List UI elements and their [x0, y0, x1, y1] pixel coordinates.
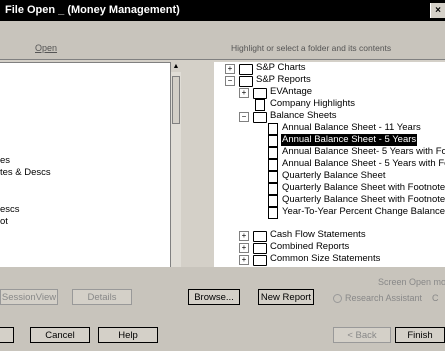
tree-node[interactable]: + Combined Reports [239, 241, 445, 254]
close-icon[interactable]: × [430, 3, 445, 18]
tree-node[interactable]: Company Highlights [239, 98, 445, 111]
tree-node-label: Quarterly Balance Sheet with Footnotes [282, 182, 445, 193]
tree-node-label: Annual Balance Sheet - 5 Years with Foot… [282, 158, 445, 169]
session-view-button[interactable]: SessionView [0, 289, 58, 305]
browse-button[interactable]: Browse... [188, 289, 240, 305]
open-label: Open [35, 43, 58, 53]
expand-icon[interactable]: + [239, 243, 249, 253]
tree-node-label: Company Highlights [270, 98, 356, 109]
left-list-item[interactable]: tes & Descs [0, 167, 51, 178]
window-title: File Open _ (Money Management) [5, 4, 180, 16]
tree-node-label: Cash Flow Statements [270, 229, 366, 240]
scroll-up-icon[interactable]: ▲ [171, 62, 181, 72]
collapse-icon[interactable]: − [239, 112, 249, 122]
left-list-pane[interactable]: es tes & Descs escs ot [0, 62, 170, 297]
tree-node-label: Quarterly Balance Sheet [282, 170, 386, 181]
tree-node[interactable]: − Balance Sheets [239, 110, 445, 123]
tree-node[interactable]: Annual Balance Sheet - 11 Years [266, 122, 445, 135]
title-bar: File Open _ (Money Management) × [0, 0, 445, 21]
new-report-button[interactable]: New Report [258, 289, 314, 305]
tree-node[interactable]: + Cash Flow Statements [239, 229, 445, 242]
tree-node-label: Annual Balance Sheet- 5 Years with Footn… [282, 146, 445, 157]
tree-node[interactable]: Quarterly Balance Sheet with Footnotes [266, 182, 445, 195]
screen-mode-label: Screen Open mode [378, 277, 445, 287]
document-icon [268, 207, 278, 219]
expand-icon[interactable]: + [239, 88, 249, 98]
report-tree[interactable]: + S&P Charts − S&P Reports + EVAntage Co… [214, 62, 445, 267]
left-list-item[interactable]: ot [0, 216, 8, 227]
left-list-item[interactable]: escs [0, 204, 20, 215]
scroll-thumb[interactable] [172, 76, 180, 124]
folder-icon [253, 112, 267, 123]
tree-node-label: S&P Reports [256, 74, 311, 85]
tree-node-label: EVAntage [270, 86, 313, 97]
collapse-icon[interactable]: − [225, 76, 235, 86]
cancel-button[interactable]: Cancel [30, 327, 90, 343]
tree-node[interactable]: − S&P Reports [225, 74, 445, 87]
tree-node[interactable]: Quarterly Balance Sheet [266, 170, 445, 183]
tree-node[interactable]: + EVAntage [239, 86, 445, 99]
tree-node-label: Combined Reports [270, 241, 350, 252]
left-scrollbar[interactable]: ▲ ▼ [170, 62, 181, 296]
details-button[interactable]: Details [72, 289, 132, 305]
tree-node-label: Common Size Statements [270, 253, 381, 264]
button-bar: SessionView Details Browse... New Report… [0, 267, 445, 351]
c-radio[interactable]: C [432, 293, 439, 303]
c-radio-label: C [432, 293, 439, 303]
tree-node[interactable]: Annual Balance Sheet- 5 Years with Footn… [266, 146, 445, 159]
ok-button[interactable] [0, 327, 14, 343]
tree-node[interactable]: + S&P Charts [225, 62, 445, 75]
tree-node-label: Balance Sheets [270, 110, 337, 121]
tree-node-label: S&P Charts [256, 62, 306, 73]
folder-icon [253, 255, 267, 266]
left-list-item[interactable]: es [0, 155, 10, 166]
tree-node-label: Year-To-Year Percent Change Balance She [282, 206, 445, 217]
research-assistant-label: Research Assistant [345, 293, 423, 303]
tree-node[interactable]: Year-To-Year Percent Change Balance She [266, 206, 445, 219]
tree-node[interactable]: Annual Balance Sheet - 5 Years with Foot… [266, 158, 445, 171]
tree-node-selected[interactable]: Annual Balance Sheet - 5 Years [266, 134, 445, 147]
radio-icon [333, 294, 342, 304]
research-assistant-radio[interactable]: Research Assistant [333, 293, 423, 304]
tree-node-label: Quarterly Balance Sheet with Footnotes &… [282, 194, 445, 205]
back-button[interactable]: < Back [333, 327, 391, 343]
instruction-band: Open Highlight or select a folder and it… [0, 21, 445, 60]
tree-node[interactable]: Quarterly Balance Sheet with Footnotes &… [266, 194, 445, 207]
expand-icon[interactable]: + [225, 64, 235, 74]
help-text: Highlight or select a folder and its con… [231, 43, 392, 53]
tree-node-label: Annual Balance Sheet - 5 Years [281, 134, 418, 146]
help-button[interactable]: Help [98, 327, 158, 343]
expand-icon[interactable]: + [239, 255, 249, 265]
finish-button[interactable]: Finish [395, 327, 445, 343]
tree-node[interactable]: + Common Size Statements [239, 253, 445, 266]
tree-node-label: Annual Balance Sheet - 11 Years [282, 122, 421, 133]
expand-icon[interactable]: + [239, 231, 249, 241]
